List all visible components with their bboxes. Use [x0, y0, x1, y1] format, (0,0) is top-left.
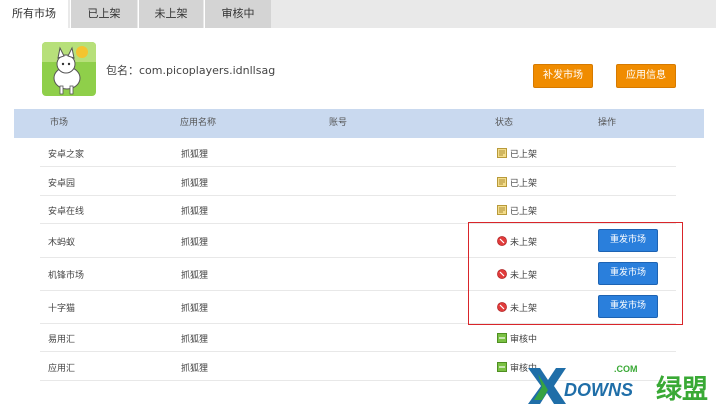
fox-cartoon-icon	[42, 42, 96, 96]
status-text: 已上架	[510, 207, 538, 217]
tab-reviewing[interactable]: 审核中	[204, 0, 271, 28]
market-cell: 机锋市场	[48, 271, 85, 281]
tab-bar: 所有市场 已上架 未上架 审核中	[0, 0, 716, 28]
watermark-cn: 绿盟	[656, 375, 708, 405]
document-icon	[497, 177, 507, 187]
status-text: 已上架	[510, 150, 538, 160]
app-name-cell: 抓狐狸	[181, 304, 209, 314]
table-row: 安卓在线 抓狐狸 已上架	[40, 196, 676, 224]
status-text: 审核中	[510, 335, 538, 345]
app-info-button[interactable]: 应用信息	[616, 64, 676, 88]
app-name-cell: 抓狐狸	[181, 364, 209, 374]
market-cell: 安卓之家	[48, 150, 85, 160]
package-name: 包名：com.picoplayers.idnllsag	[106, 64, 276, 77]
table-header: 市场 应用名称 账号 状态 操作	[14, 109, 704, 138]
app-name-cell: 抓狐狸	[181, 150, 209, 160]
downs-watermark-logo: .COM DOWNS 绿盟	[526, 358, 716, 407]
market-cell: 安卓在线	[48, 207, 85, 217]
tab-listed[interactable]: 已上架	[70, 0, 137, 28]
tab-all-markets[interactable]: 所有市场	[0, 0, 68, 28]
resend-market-button[interactable]: 补发市场	[533, 64, 593, 88]
highlight-box	[468, 222, 683, 325]
app-name-cell: 抓狐狸	[181, 271, 209, 281]
header-status: 状态	[495, 118, 514, 128]
market-cell: 应用汇	[48, 364, 76, 374]
market-cell: 安卓园	[48, 179, 76, 189]
green-pending-icon	[497, 362, 507, 372]
document-icon	[497, 148, 507, 158]
tab-unlisted[interactable]: 未上架	[138, 0, 203, 28]
table-row: 安卓园 抓狐狸 已上架	[40, 167, 676, 196]
green-pending-icon	[497, 333, 507, 343]
watermark-downs: DOWNS	[564, 380, 633, 400]
market-cell: 十字猫	[48, 304, 76, 314]
document-icon	[497, 205, 507, 215]
x-logo-icon	[528, 368, 566, 404]
app-name-cell: 抓狐狸	[181, 238, 209, 248]
market-cell: 易用汇	[48, 335, 76, 345]
header-app-name: 应用名称	[180, 118, 217, 128]
table-row: 易用汇 抓狐狸 审核中	[40, 324, 676, 352]
app-name-cell: 抓狐狸	[181, 207, 209, 217]
header-market: 市场	[50, 118, 69, 128]
status-text: 已上架	[510, 179, 538, 189]
app-name-cell: 抓狐狸	[181, 179, 209, 189]
header-action: 操作	[598, 118, 617, 128]
app-name-cell: 抓狐狸	[181, 335, 209, 345]
watermark-com: .COM	[614, 364, 638, 374]
header-account: 账号	[329, 118, 348, 128]
table-row: 安卓之家 抓狐狸 已上架	[40, 139, 676, 167]
market-cell: 木蚂蚁	[48, 238, 76, 248]
